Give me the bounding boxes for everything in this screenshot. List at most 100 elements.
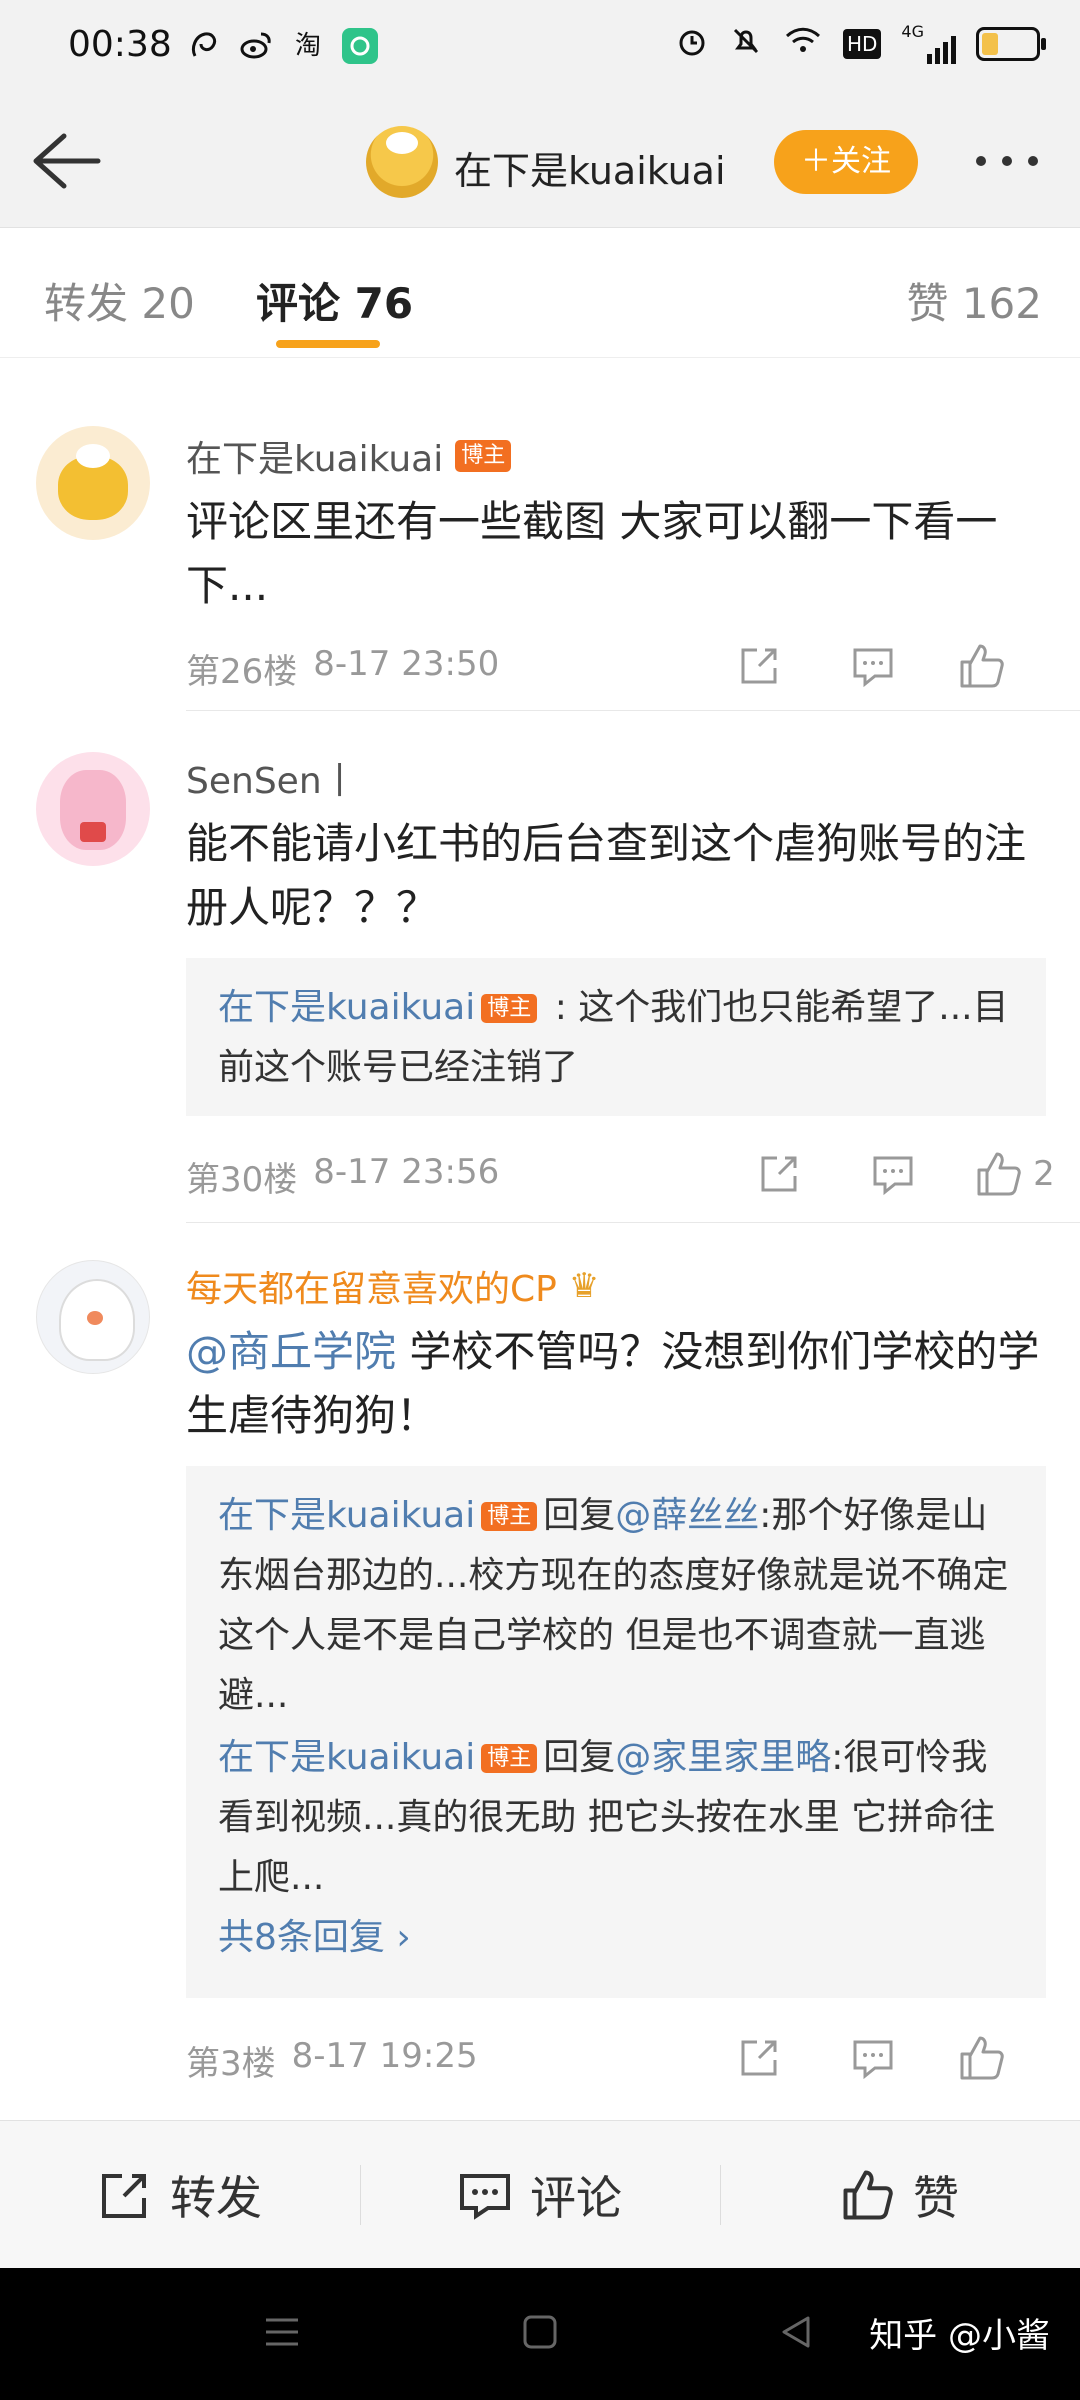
reply-author[interactable]: 在下是kuaikuai — [218, 1737, 475, 1778]
like-button[interactable]: 2 — [950, 1144, 1080, 1204]
battery-icon — [976, 27, 1046, 61]
reply-mention[interactable]: @家里家里略 — [615, 1737, 831, 1778]
mute-icon — [729, 24, 763, 64]
comment-divider — [186, 1222, 1080, 1223]
network-label: 4G — [901, 22, 924, 41]
back-triangle-icon[interactable] — [776, 2312, 816, 2356]
nav-username[interactable]: 在下是kuaikuai — [454, 140, 726, 195]
comment-text: @商丘学院 学校不管吗？没想到你们学校的学生虐待狗狗！ — [186, 1320, 1046, 1448]
blogger-badge: 博主 — [455, 440, 512, 472]
comment-time: 8-17 23:50 — [313, 644, 500, 684]
comment-text: 能不能请小红书的后台查到这个虐狗账号的注册人呢？？？ — [186, 819, 1027, 932]
comment-actions — [702, 2028, 1044, 2088]
comment-author-name[interactable]: SenSen丨 — [186, 752, 358, 804]
signal-icon: 4G — [901, 24, 956, 64]
comment-button[interactable]: 评论 — [360, 2121, 720, 2268]
watermark: 知乎 @小酱 — [869, 2316, 1050, 2356]
squirrel-icon — [186, 28, 222, 64]
comment-item: SenSen丨 能不能请小红书的后台查到这个虐狗账号的注册人呢？？？ 在下是ku… — [0, 712, 1080, 1223]
share-icon[interactable] — [702, 2028, 816, 2088]
comment-author[interactable]: 在下是kuaikuai 博主 — [186, 430, 512, 482]
comment-divider — [186, 710, 1080, 711]
reply-icon[interactable] — [816, 2028, 930, 2088]
reply-icon[interactable] — [816, 636, 930, 696]
reply-prefix: 回复 — [543, 1737, 616, 1778]
comment-meta: 第30楼 8-17 23:56 — [186, 1152, 499, 1201]
reply-box[interactable]: 在下是kuaikuai 博主 : 这个我们也只能希望了...目前这个账号已经注销了 — [186, 958, 1046, 1116]
blogger-badge: 博主 — [481, 994, 538, 1023]
repost-icon — [102, 2173, 146, 2218]
avatar[interactable] — [36, 752, 150, 866]
nav-avatar[interactable] — [366, 126, 438, 198]
comment-time: 8-17 23:56 — [313, 1152, 500, 1192]
alarm-icon — [675, 24, 709, 64]
status-time: 00:38 — [68, 24, 172, 65]
tab-bar: 转发 20 评论 76 赞 162 — [0, 228, 1080, 358]
more-icon[interactable] — [976, 156, 1048, 176]
hd-icon: HD — [842, 29, 882, 59]
reply-icon[interactable] — [836, 1144, 950, 1204]
weibo-icon — [238, 28, 274, 64]
comment-meta: 第26楼 8-17 23:50 — [186, 644, 499, 693]
bottom-action-bar: 转发 评论 赞 — [0, 2120, 1080, 2268]
comment-author[interactable]: 每天都在留意喜欢的CP ♛ — [186, 1260, 599, 1312]
tab-likes[interactable]: 赞 162 — [906, 270, 1042, 331]
comment-icon — [460, 2173, 510, 2220]
active-tab-indicator — [276, 340, 380, 348]
mention-link[interactable]: @商丘学院 — [186, 1327, 396, 1376]
reply-item[interactable]: 在下是kuaikuai 博主 : 这个我们也只能希望了...目前这个账号已经注销了 — [218, 978, 1014, 1098]
like-button[interactable] — [930, 2028, 1044, 2088]
comment-author-name[interactable]: 每天都在留意喜欢的CP — [186, 1260, 557, 1312]
avatar[interactable] — [36, 426, 150, 540]
tab-repost[interactable]: 转发 20 — [44, 270, 195, 331]
comment-meta: 第3楼 8-17 19:25 — [186, 2036, 478, 2085]
reply-author[interactable]: 在下是kuaikuai — [218, 987, 475, 1028]
top-navbar: 在下是kuaikuai ＋关注 — [0, 96, 1080, 228]
more-replies-link[interactable]: 共8条回复 › — [218, 1908, 1014, 1968]
repost-button[interactable]: 转发 — [0, 2121, 360, 2268]
status-right-icons: HD 4G — [675, 24, 1046, 64]
thumbs-up-icon — [843, 2170, 893, 2219]
status-app-icons: 淘 — [186, 28, 378, 64]
reply-item[interactable]: 在下是kuaikuai 博主 回复@薛丝丝:那个好像是山东烟台那边的...校方现在的… — [218, 1486, 1014, 1726]
app-icon — [342, 28, 378, 64]
blogger-badge: 博主 — [481, 1502, 538, 1531]
status-bar: 00:38 淘 HD 4G — [0, 0, 1080, 96]
like-button[interactable]: 赞 — [720, 2121, 1080, 2268]
battery-fill — [982, 33, 998, 55]
wifi-icon — [783, 24, 823, 64]
reply-author[interactable]: 在下是kuaikuai — [218, 1495, 475, 1536]
crown-icon: ♛ — [568, 1266, 600, 1306]
blogger-badge: 博主 — [481, 1744, 538, 1773]
comment-author-name[interactable]: 在下是kuaikuai — [186, 430, 443, 482]
follow-button[interactable]: ＋关注 — [774, 130, 918, 194]
comment-item: 每天都在留意喜欢的CP ♛ @商丘学院 学校不管吗？没想到你们学校的学生虐待狗狗… — [0, 1224, 1080, 2104]
repost-label: 转发 — [170, 2170, 262, 2225]
comment-actions: 2 — [722, 1144, 1080, 1204]
comment-actions — [702, 636, 1044, 696]
comment-floor: 第30楼 — [186, 1160, 298, 1200]
menu-icon[interactable] — [262, 2312, 302, 2356]
like-button[interactable] — [930, 636, 1044, 696]
back-arrow-icon[interactable] — [24, 126, 104, 196]
like-count: 2 — [1033, 1154, 1055, 1194]
reply-prefix: 回复 — [543, 1495, 616, 1536]
home-icon[interactable] — [520, 2312, 560, 2356]
comment-text: 评论区里还有一些截图 大家可以翻一下看一下... — [186, 497, 998, 610]
share-icon[interactable] — [702, 636, 816, 696]
reply-mention[interactable]: @薛丝丝 — [615, 1495, 759, 1536]
comment-author[interactable]: SenSen丨 — [186, 752, 358, 804]
reply-box[interactable]: 在下是kuaikuai 博主 回复@薛丝丝:那个好像是山东烟台那边的...校方现在的… — [186, 1466, 1046, 1998]
share-icon[interactable] — [722, 1144, 836, 1204]
comment-item: 在下是kuaikuai 博主 评论区里还有一些截图 大家可以翻一下看一下... … — [0, 370, 1080, 711]
tab-comments[interactable]: 评论 76 — [256, 270, 413, 331]
reply-item[interactable]: 在下是kuaikuai 博主 回复@家里家里略:很可怜我看到视频...真的很无助 把… — [218, 1728, 1014, 1908]
avatar[interactable] — [36, 1260, 150, 1374]
comment-time: 8-17 19:25 — [291, 2036, 478, 2076]
comment-floor: 第26楼 — [186, 652, 298, 692]
taobao-icon: 淘 — [294, 31, 321, 61]
system-nav-bar: 知乎 @小酱 — [0, 2268, 1080, 2400]
comment-label: 评论 — [530, 2170, 622, 2225]
comment-floor: 第3楼 — [186, 2044, 276, 2084]
like-label: 赞 — [913, 2170, 959, 2225]
